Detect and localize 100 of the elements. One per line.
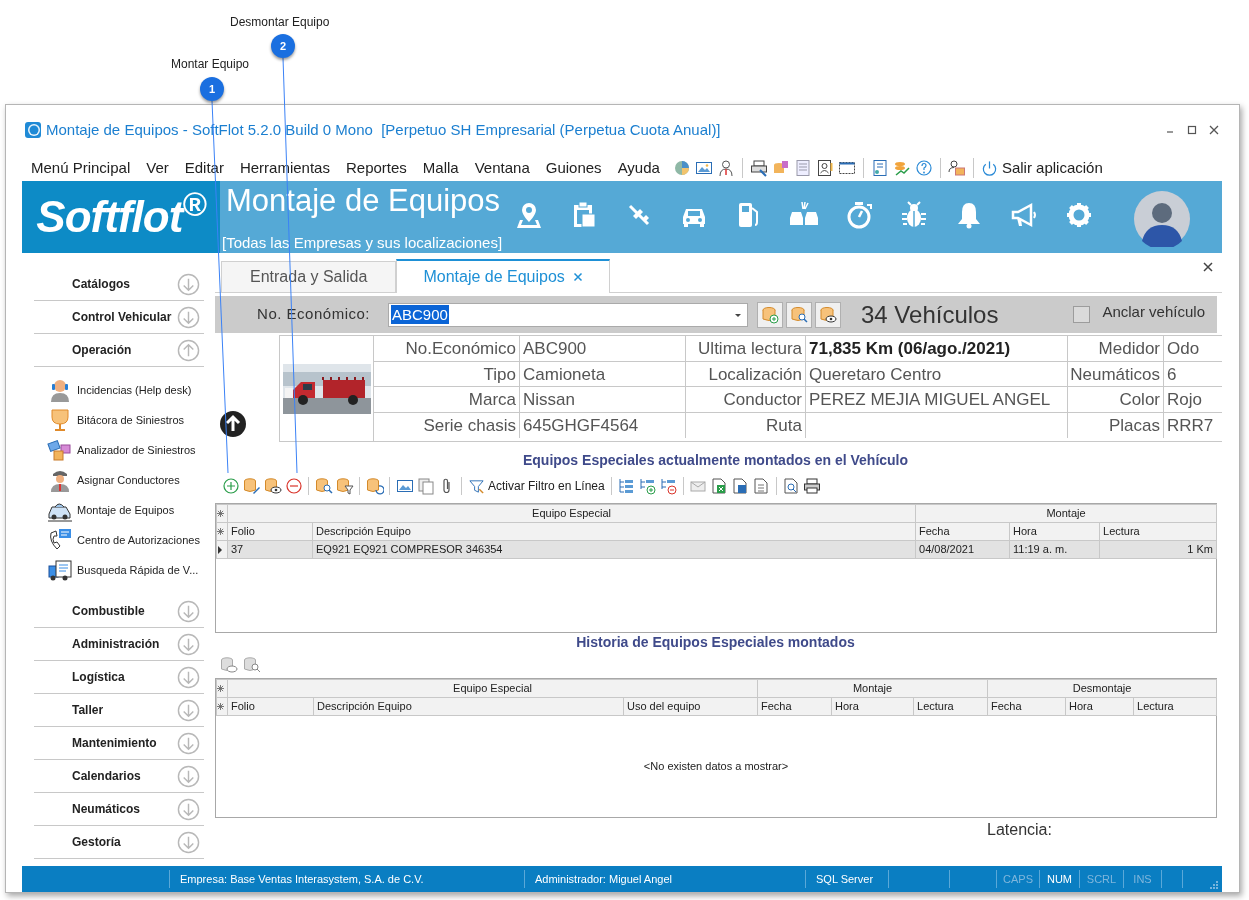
- callout-badge: 2: [271, 34, 295, 58]
- add-icon[interactable]: [221, 477, 240, 495]
- sidebar-group[interactable]: Administración: [34, 628, 204, 661]
- status-user: Administrador: Miguel Angel: [535, 871, 672, 887]
- sidebar-item[interactable]: Busqueda Rápida de V...: [34, 555, 215, 585]
- field-value: ABC900: [520, 336, 686, 361]
- export-icon[interactable]: [731, 477, 750, 495]
- sidebar-group[interactable]: Taller: [34, 694, 204, 727]
- expand-icon[interactable]: [177, 665, 200, 689]
- close-icon[interactable]: [1202, 261, 1214, 273]
- sidebar-group[interactable]: Gestoría: [34, 826, 204, 859]
- pie-chart-icon[interactable]: [672, 159, 691, 177]
- settings-icon[interactable]: [1064, 200, 1094, 230]
- field-label: Medidor: [1068, 336, 1164, 361]
- document-export-icon[interactable]: [752, 477, 771, 495]
- sidebar-group[interactable]: Control Vehicular: [34, 301, 204, 334]
- menu-item[interactable]: Editar: [179, 156, 229, 180]
- tree-icon[interactable]: [617, 477, 636, 495]
- sidebar-item[interactable]: Asignar Conductores: [34, 465, 215, 495]
- sidebar-item[interactable]: Centro de Autorizaciones: [34, 525, 215, 555]
- search-icon[interactable]: [314, 477, 333, 495]
- sidebar-group[interactable]: Combustible: [34, 595, 204, 628]
- sidebar-item[interactable]: Montaje de Equipos: [34, 495, 215, 525]
- sidebar-group[interactable]: Catálogos: [34, 268, 204, 301]
- expand-icon[interactable]: [177, 599, 200, 623]
- excel-export-icon[interactable]: [710, 477, 729, 495]
- scroll-up-icon[interactable]: [219, 410, 247, 438]
- sidebar-group-label: Logística: [72, 669, 125, 686]
- menu-item[interactable]: Malla: [417, 156, 464, 180]
- field-value: 645GHGF4564: [520, 412, 686, 438]
- expand-icon[interactable]: [177, 632, 200, 656]
- menu-item[interactable]: Ayuda: [612, 156, 665, 180]
- search-icon[interactable]: [243, 656, 261, 674]
- help-icon[interactable]: [914, 159, 933, 177]
- tab[interactable]: Montaje de Equipos: [396, 259, 610, 293]
- sidebar-group[interactable]: Logística: [34, 661, 204, 694]
- menu-item[interactable]: Ventana: [469, 156, 535, 180]
- expand-icon[interactable]: [177, 830, 200, 854]
- menu-item[interactable]: Guiones: [540, 156, 607, 180]
- image-icon[interactable]: [694, 159, 713, 177]
- printer-icon[interactable]: [749, 159, 768, 177]
- print-icon[interactable]: [803, 477, 822, 495]
- menu-item[interactable]: Menú Principal: [26, 156, 136, 180]
- sidebar-item[interactable]: Incidencias (Help desk): [34, 375, 215, 405]
- expand-icon[interactable]: [177, 764, 200, 788]
- refresh-icon[interactable]: [365, 477, 384, 495]
- sidebar-group-label: Control Vehicular: [72, 309, 172, 326]
- status-database: SQL Server: [816, 871, 874, 887]
- filter-button[interactable]: Activar Filtro en Línea: [466, 477, 607, 495]
- column-group-header: Montaje: [757, 679, 988, 698]
- window-icon[interactable]: [837, 159, 856, 177]
- collapse-icon[interactable]: [177, 338, 200, 362]
- user-icon[interactable]: [716, 159, 735, 177]
- exit-button[interactable]: Salir aplicación: [980, 156, 1103, 180]
- view-icon[interactable]: [263, 477, 282, 495]
- field-label: Localización: [686, 361, 806, 386]
- tree-remove-icon[interactable]: [659, 477, 678, 495]
- user-card-icon[interactable]: [947, 159, 966, 177]
- field-label: Neumáticos: [1068, 361, 1164, 386]
- expand-icon[interactable]: [177, 272, 200, 296]
- preview-icon[interactable]: [782, 477, 801, 495]
- field-label: Color: [1068, 387, 1164, 412]
- status-indicator: INS: [1133, 871, 1152, 887]
- resize-grip-icon[interactable]: [1209, 880, 1219, 890]
- filter-icon[interactable]: [335, 477, 354, 495]
- sidebar-item[interactable]: Bitácora de Siniestros: [34, 405, 215, 435]
- image-icon[interactable]: [395, 477, 414, 495]
- sidebar-group[interactable]: Operación: [34, 334, 204, 367]
- menu-item[interactable]: Ver: [141, 156, 174, 180]
- tree-add-icon[interactable]: [638, 477, 657, 495]
- table-cell: 11:19 a. m.: [1009, 540, 1100, 559]
- menu-item[interactable]: Reportes: [340, 156, 412, 180]
- sidebar-group[interactable]: Calendarios: [34, 760, 204, 793]
- view-vehicle-button[interactable]: [815, 301, 841, 328]
- search-vehicle-button[interactable]: [786, 301, 812, 328]
- column-group-header: Desmontaje: [987, 679, 1217, 698]
- sidebar-group[interactable]: Mantenimiento: [34, 727, 204, 760]
- sidebar-group[interactable]: Neumáticos: [34, 793, 204, 826]
- expand-icon[interactable]: [177, 797, 200, 821]
- table-cell: 37: [227, 540, 313, 559]
- sidebar-item[interactable]: Analizador de Siniestros: [34, 435, 215, 465]
- map-pin-icon[interactable]: [514, 200, 544, 230]
- column-group-header: Equipo Especial: [227, 679, 758, 698]
- bug-icon[interactable]: [899, 200, 929, 230]
- field-value: 71,835 Km (06/ago./2021): [806, 336, 1068, 361]
- coins-chart-icon[interactable]: [892, 159, 911, 177]
- add-vehicle-button[interactable]: [757, 301, 783, 328]
- sidebar-group-label: Calendarios: [72, 768, 141, 785]
- remove-icon[interactable]: [284, 477, 303, 495]
- pin-checkbox[interactable]: [1073, 306, 1091, 323]
- expand-icon[interactable]: [177, 698, 200, 722]
- expand-icon[interactable]: [177, 305, 200, 329]
- megaphone-icon[interactable]: [1009, 200, 1039, 230]
- certificate-icon[interactable]: [870, 159, 889, 177]
- maximize-icon[interactable]: [1185, 123, 1199, 137]
- field-label: Tipo: [374, 361, 520, 386]
- contact-card-icon[interactable]: [815, 159, 834, 177]
- close-icon[interactable]: [1207, 123, 1221, 137]
- vehicle-combo[interactable]: ABC900: [388, 302, 748, 327]
- expand-icon[interactable]: [177, 731, 200, 755]
